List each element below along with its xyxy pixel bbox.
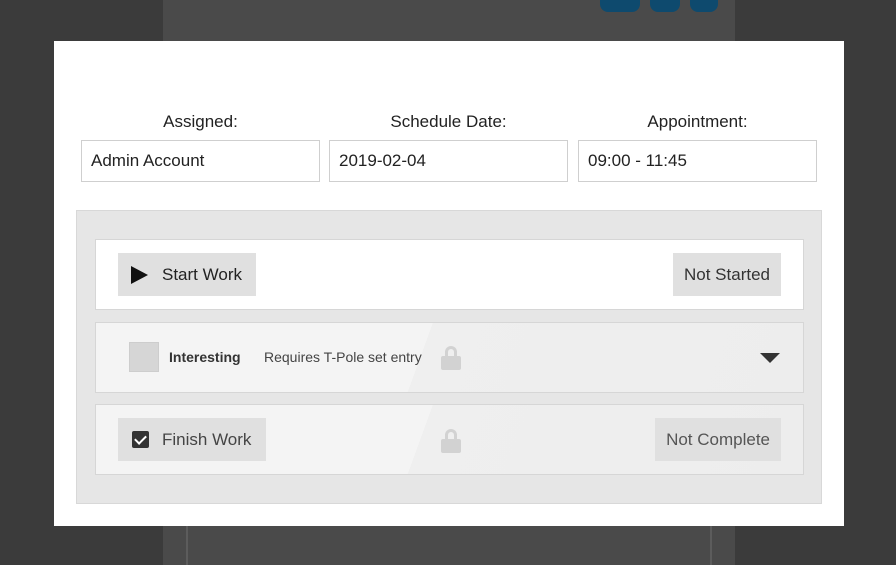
assigned-field: Assigned: bbox=[81, 112, 320, 182]
start-work-label: Start Work bbox=[162, 264, 242, 284]
task-item-checkbox[interactable] bbox=[129, 342, 159, 372]
checkbox-icon bbox=[132, 431, 149, 448]
appointment-input[interactable] bbox=[578, 140, 817, 182]
background-button bbox=[650, 0, 680, 12]
assigned-label: Assigned: bbox=[163, 112, 238, 131]
assignment-fields: Assigned: Schedule Date: Appointment: bbox=[81, 112, 817, 182]
work-steps-panel: Start Work Not Started Interesting Requi… bbox=[76, 210, 822, 504]
start-work-button[interactable]: Start Work bbox=[118, 253, 256, 296]
play-icon bbox=[131, 265, 148, 284]
finish-status-text: Not Complete bbox=[666, 429, 770, 449]
finish-work-label: Finish Work bbox=[162, 429, 252, 449]
appointment-label: Appointment: bbox=[647, 112, 748, 131]
start-status-badge: Not Started bbox=[673, 253, 781, 296]
background-button bbox=[600, 0, 640, 12]
task-item-description: Requires T-Pole set entry bbox=[264, 349, 422, 365]
schedule-date-label: Schedule Date: bbox=[390, 112, 507, 131]
finish-work-row: Finish Work Not Complete bbox=[95, 404, 804, 475]
schedule-date-input[interactable] bbox=[329, 140, 568, 182]
chevron-down-icon[interactable] bbox=[760, 353, 780, 363]
background-content-frame bbox=[186, 526, 712, 565]
assigned-input[interactable] bbox=[81, 140, 320, 182]
schedule-date-field: Schedule Date: bbox=[329, 112, 568, 182]
work-order-modal: Assigned: Schedule Date: Appointment: St… bbox=[54, 41, 844, 526]
finish-status-badge: Not Complete bbox=[655, 418, 781, 461]
start-status-text: Not Started bbox=[684, 264, 770, 284]
task-item-row[interactable]: Interesting Requires T-Pole set entry bbox=[95, 322, 804, 393]
background-button bbox=[690, 0, 718, 12]
finish-work-button[interactable]: Finish Work bbox=[118, 418, 266, 461]
task-item-name: Interesting bbox=[169, 349, 241, 365]
lock-icon bbox=[441, 429, 461, 453]
lock-icon bbox=[441, 346, 461, 370]
start-work-row: Start Work Not Started bbox=[95, 239, 804, 310]
appointment-field: Appointment: bbox=[578, 112, 817, 182]
